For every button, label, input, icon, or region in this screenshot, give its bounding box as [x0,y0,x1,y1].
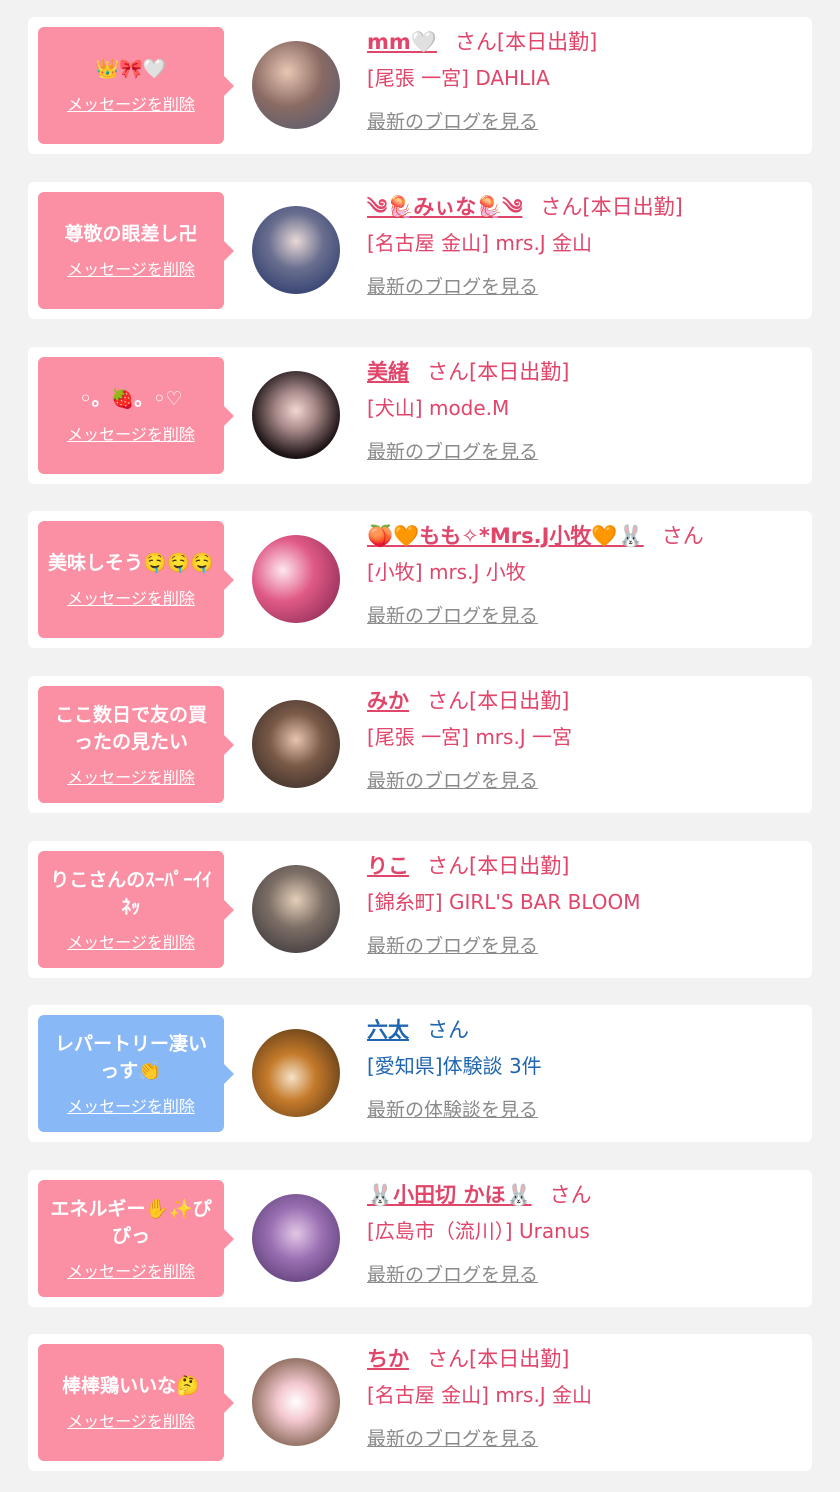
avatar[interactable] [252,1358,340,1446]
latest-blog-link[interactable]: 最新のブログを見る [367,1424,538,1451]
message-card: レパートリー凄いっす👏 メッセージを削除 六太 さん [愛知県]体験談 3件 最新… [28,1005,812,1142]
honorific-status: さん[本日出勤] [427,360,570,384]
avatar[interactable] [252,1029,340,1117]
shop-label[interactable]: [犬山] mode.M [367,393,802,423]
latest-blog-link[interactable]: 最新のブログを見る [367,272,538,299]
avatar[interactable] [252,371,340,459]
honorific-status: さん[本日出勤] [454,30,598,54]
shop-label[interactable]: [名古屋 金山] mrs.J 金山 [367,1380,802,1410]
message-bubble: 美味しそう🤤🤤🤤 メッセージを削除 [38,521,234,638]
honorific-status: さん[本日出勤] [427,854,570,878]
message-text: エネルギー✋✨ぴぴっ [50,1197,212,1247]
delete-message-link[interactable]: メッセージを削除 [67,585,195,609]
latest-blog-link[interactable]: 最新のブログを見る [367,766,538,793]
message-text: レパートリー凄いっす👏 [54,1032,207,1082]
profile-name-link[interactable]: 六太 [367,1018,409,1042]
message-bubble: 棒棒鶏いいな🤔 メッセージを削除 [38,1344,234,1461]
profile-name-link[interactable]: 🍑🧡もも✧*Mrs.J小牧🧡🐰 [367,524,644,548]
message-card: 棒棒鶏いいな🤔 メッセージを削除 ちか さん[本日出勤] [名古屋 金山] mrs… [28,1334,812,1471]
message-text: 棒棒鶏いいな🤔 [62,1375,200,1397]
delete-message-link[interactable]: メッセージを削除 [67,91,195,115]
shop-label[interactable]: [錦糸町] GIRL'S BAR BLOOM [367,887,802,917]
avatar[interactable] [252,41,340,129]
avatar[interactable] [252,535,340,623]
message-card: 尊敬の眼差し卍 メッセージを削除 ༄🪼みぃな🪼༄ さん[本日出勤] [名古屋 金山… [28,182,812,319]
shop-label[interactable]: [小牧] mrs.J 小牧 [367,557,802,587]
latest-blog-link[interactable]: 最新のブログを見る [367,931,538,958]
message-bubble: 👑🎀🤍 メッセージを削除 [38,27,234,144]
shop-label[interactable]: [名古屋 金山] mrs.J 金山 [367,228,802,258]
avatar[interactable] [252,1194,340,1282]
avatar[interactable] [252,206,340,294]
honorific-status: さん [661,524,704,548]
avatar[interactable] [252,700,340,788]
delete-message-link[interactable]: メッセージを削除 [67,1408,195,1432]
message-text: ここ数日で友の買ったの見たい [54,703,207,753]
honorific-status: さん [427,1018,469,1042]
message-text: ◦。🍓。◦♡ [79,388,183,410]
latest-review-link[interactable]: 最新の体験談を見る [367,1095,538,1122]
message-bubble: りこさんのｽｰﾊﾟｰｲｲﾈｯ メッセージを削除 [38,851,234,968]
message-bubble: レパートリー凄いっす👏 メッセージを削除 [38,1015,234,1132]
honorific-status: さん[本日出勤] [427,689,570,713]
message-card: 👑🎀🤍 メッセージを削除 mm🤍 さん[本日出勤] [尾張 一宮] DAHLIA … [28,17,812,154]
latest-blog-link[interactable]: 最新のブログを見る [367,107,538,134]
message-list: 👑🎀🤍 メッセージを削除 mm🤍 さん[本日出勤] [尾張 一宮] DAHLIA … [0,0,840,1492]
delete-message-link[interactable]: メッセージを削除 [67,929,195,953]
message-bubble: 尊敬の眼差し卍 メッセージを削除 [38,192,234,309]
message-bubble: ◦。🍓。◦♡ メッセージを削除 [38,357,234,474]
message-card: 美味しそう🤤🤤🤤 メッセージを削除 🍑🧡もも✧*Mrs.J小牧🧡🐰 さん [小牧]… [28,511,812,648]
message-bubble: ここ数日で友の買ったの見たい メッセージを削除 [38,686,234,803]
delete-message-link[interactable]: メッセージを削除 [67,1258,195,1282]
profile-name-link[interactable]: ༄🪼みぃな🪼༄ [367,195,522,219]
message-card: りこさんのｽｰﾊﾟｰｲｲﾈｯ メッセージを削除 りこ さん[本日出勤] [錦糸町]… [28,841,812,978]
shop-label[interactable]: [広島市（流川）] Uranus [367,1216,802,1246]
honorific-status: さん[本日出勤] [540,195,683,219]
message-text: 👑🎀🤍 [95,58,167,80]
shop-label[interactable]: [尾張 一宮] mrs.J 一宮 [367,722,802,752]
message-card: ◦。🍓。◦♡ メッセージを削除 美緒 さん[本日出勤] [犬山] mode.M 最… [28,347,812,484]
profile-name-link[interactable]: 🐰小田切 かほ🐰 [367,1183,532,1207]
latest-blog-link[interactable]: 最新のブログを見る [367,437,538,464]
profile-name-link[interactable]: 美緒 [367,360,409,384]
message-card: エネルギー✋✨ぴぴっ メッセージを削除 🐰小田切 かほ🐰 さん [広島市（流川）]… [28,1170,812,1307]
message-card: ここ数日で友の買ったの見たい メッセージを削除 みか さん[本日出勤] [尾張 一… [28,676,812,813]
profile-name-link[interactable]: ちか [367,1347,409,1371]
avatar[interactable] [252,865,340,953]
delete-message-link[interactable]: メッセージを削除 [67,421,195,445]
profile-name-link[interactable]: りこ [367,854,409,878]
profile-name-link[interactable]: みか [367,689,409,713]
shop-label[interactable]: [尾張 一宮] DAHLIA [367,63,802,93]
delete-message-link[interactable]: メッセージを削除 [67,1093,195,1117]
message-text: 美味しそう🤤🤤🤤 [48,552,214,574]
latest-blog-link[interactable]: 最新のブログを見る [367,601,538,628]
latest-blog-link[interactable]: 最新のブログを見る [367,1260,538,1287]
honorific-status: さん [549,1183,592,1207]
profile-name-link[interactable]: mm🤍 [367,30,437,54]
delete-message-link[interactable]: メッセージを削除 [67,764,195,788]
honorific-status: さん[本日出勤] [427,1347,570,1371]
delete-message-link[interactable]: メッセージを削除 [67,256,195,280]
message-text: 尊敬の眼差し卍 [64,223,198,245]
message-bubble: エネルギー✋✨ぴぴっ メッセージを削除 [38,1180,234,1297]
shop-label[interactable]: [愛知県]体験談 3件 [367,1051,802,1081]
message-text: りこさんのｽｰﾊﾟｰｲｲﾈｯ [50,868,212,918]
